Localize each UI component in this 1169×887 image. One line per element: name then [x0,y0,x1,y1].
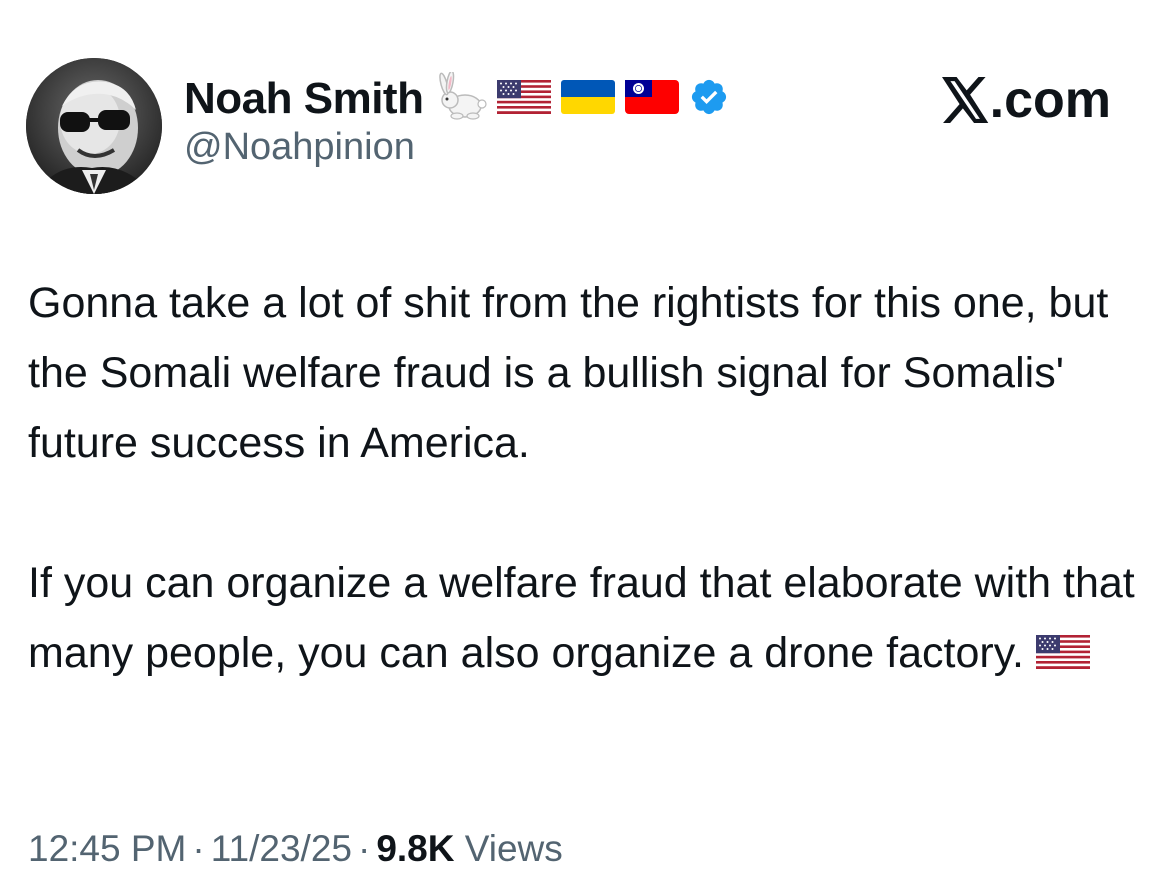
author-display-name[interactable]: Noah Smith [184,74,424,124]
views-label: Views [464,828,563,869]
tweet-meta: 12:45 PM · 11/23/25 · 9.8K Views [28,828,563,870]
meta-separator: · [192,828,205,869]
brand-domain-label: .com [989,71,1111,129]
meta-separator: · [357,828,371,869]
tweet-paragraph-2: If you can organize a welfare fraud that… [28,548,1153,690]
taiwan-flag-emoji-icon [625,79,680,119]
rabbit-emoji-icon [435,69,488,127]
verified-badge-icon[interactable] [689,77,729,122]
tweet-paragraph-2-text: If you can organize a welfare fraud that… [28,559,1135,677]
author-badges [435,69,729,127]
us-flag-emoji-icon [1035,620,1090,690]
author-name-row: Noah Smith [184,69,729,127]
tweet-date[interactable]: 11/23/25 [211,828,352,869]
views-count[interactable]: 9.8K [376,828,454,869]
tweet-body: Gonna take a lot of shit from the righti… [28,268,1153,690]
avatar-photo [26,58,162,194]
tweet-card: Noah Smith @Noahpinion .com Gonna take a… [0,0,1169,887]
ukraine-flag-emoji-icon [561,79,616,119]
us-flag-emoji-icon [497,79,552,119]
x-logo-icon [941,77,990,123]
brand-watermark: .com [941,70,1111,130]
tweet-time[interactable]: 12:45 PM [28,828,186,869]
avatar[interactable] [26,58,162,194]
tweet-paragraph-1: Gonna take a lot of shit from the righti… [28,279,1109,467]
author-handle[interactable]: @Noahpinion [184,126,415,169]
